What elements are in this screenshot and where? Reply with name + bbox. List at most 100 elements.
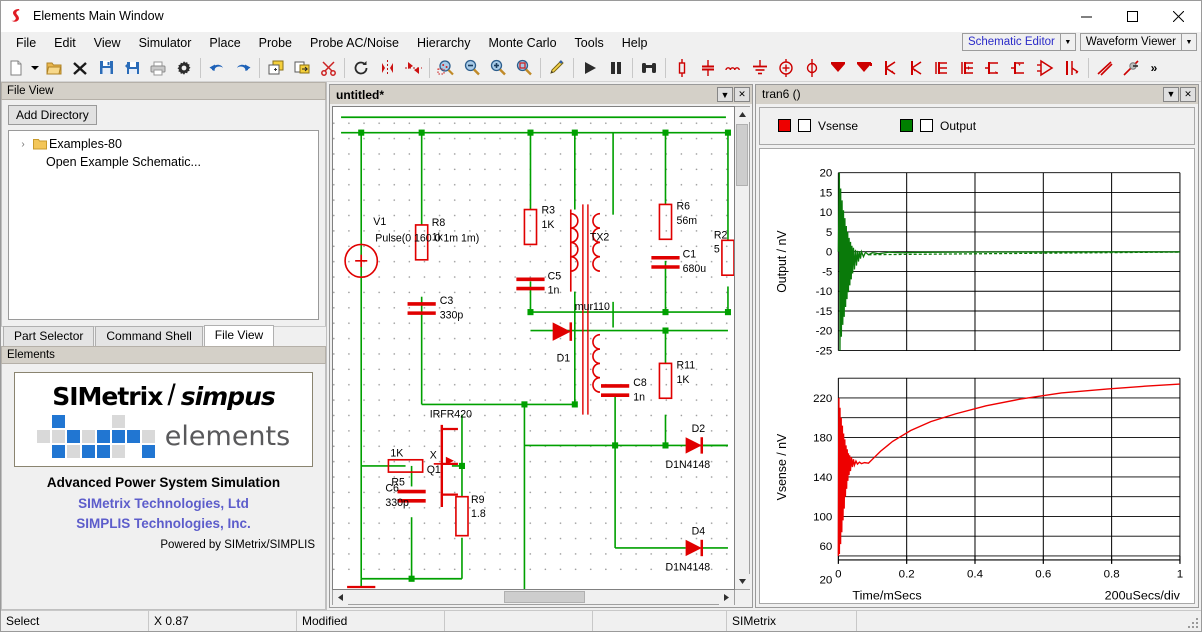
save-as-icon[interactable] [119, 55, 145, 81]
toolbar-separator [344, 58, 345, 78]
menu-monte-carlo[interactable]: Monte Carlo [479, 34, 565, 52]
toolbar-overflow-icon[interactable]: » [1144, 61, 1164, 75]
scroll-right-icon[interactable] [719, 590, 734, 605]
export-sheet-icon[interactable] [289, 55, 315, 81]
schematic-canvas-row: V1 Pulse(0 160 0 1m 1m) R8 1k C3 330p TX… [332, 106, 750, 590]
vsense-checkbox[interactable] [798, 119, 811, 132]
schematic-canvas[interactable]: V1 Pulse(0 160 0 1m 1m) R8 1k C3 330p TX… [332, 106, 735, 590]
legend-item-output[interactable]: Output [900, 119, 976, 133]
waveform-restore-button[interactable]: ▼ [1163, 87, 1179, 102]
close-button[interactable] [1155, 1, 1201, 32]
title-bar: Elements Main Window [1, 1, 1201, 32]
run-simulation-icon[interactable] [577, 55, 603, 81]
svg-text:180: 180 [813, 432, 832, 444]
tab-part-selector[interactable]: Part Selector [3, 326, 94, 346]
label-d4: D4 [692, 526, 706, 538]
company-simetrix-link[interactable]: SIMetrix Technologies, Ltd [10, 496, 317, 511]
new-file-dropdown-icon[interactable] [29, 55, 41, 81]
redo-icon[interactable] [230, 55, 256, 81]
resize-grip-icon[interactable] [1185, 611, 1201, 631]
new-file-icon[interactable] [3, 55, 29, 81]
menu-tools[interactable]: Tools [566, 34, 613, 52]
menu-place[interactable]: Place [200, 34, 249, 52]
zoom-out-icon[interactable] [459, 55, 485, 81]
annotate-pen-icon[interactable] [544, 55, 570, 81]
tab-command-shell[interactable]: Command Shell [95, 326, 202, 346]
vscroll-thumb[interactable] [736, 124, 748, 186]
output-checkbox[interactable] [920, 119, 933, 132]
menu-hierarchy[interactable]: Hierarchy [408, 34, 480, 52]
print-icon[interactable] [145, 55, 171, 81]
place-diode-icon[interactable] [825, 55, 851, 81]
waveform-close-button[interactable]: ✕ [1180, 87, 1196, 102]
tree-item-examples[interactable]: › Examples-80 [11, 135, 316, 153]
hscroll-thumb[interactable] [504, 591, 586, 603]
tab-file-view[interactable]: File View [204, 325, 274, 346]
waveform-title: tran6 () [762, 87, 1162, 101]
legend-item-vsense[interactable]: Vsense [778, 119, 858, 133]
place-pjfet-icon[interactable] [1007, 55, 1033, 81]
menu-probe-ac-noise[interactable]: Probe AC/Noise [301, 34, 408, 52]
zoom-area-icon[interactable] [433, 55, 459, 81]
minimize-button[interactable] [1063, 1, 1109, 32]
file-tree[interactable]: › Examples-80 Open Example Schematic... [8, 130, 319, 320]
schematic-editor-combo[interactable]: Schematic Editor ▼ [962, 33, 1076, 51]
settings-gear-icon[interactable] [171, 55, 197, 81]
place-opamp-icon[interactable] [1033, 55, 1059, 81]
add-directory-button[interactable]: Add Directory [8, 105, 97, 125]
tree-item-open-example[interactable]: Open Example Schematic... [11, 153, 316, 171]
company-simplis-link[interactable]: SIMPLIS Technologies, Inc. [10, 516, 317, 531]
undo-icon[interactable] [204, 55, 230, 81]
place-capacitor-icon[interactable] [695, 55, 721, 81]
delete-wire-icon[interactable] [1118, 55, 1144, 81]
waveform-graph-area[interactable]: 20 15 10 5 0 -5 -10 -15 -20 -25 [759, 148, 1195, 604]
chevron-down-icon[interactable]: ▼ [1060, 34, 1075, 50]
place-nmos-icon[interactable] [929, 55, 955, 81]
wire-icon[interactable] [1092, 55, 1118, 81]
zoom-in-icon[interactable] [485, 55, 511, 81]
save-icon[interactable] [93, 55, 119, 81]
place-pmos-icon[interactable] [955, 55, 981, 81]
vscroll-track[interactable] [735, 122, 749, 574]
schematic-vertical-scrollbar[interactable] [735, 106, 750, 590]
schematic-close-button[interactable]: ✕ [734, 87, 750, 102]
menu-edit[interactable]: Edit [45, 34, 85, 52]
rotate-icon[interactable] [348, 55, 374, 81]
add-sheet-icon[interactable] [263, 55, 289, 81]
place-zener-icon[interactable] [851, 55, 877, 81]
mirror-vertical-icon[interactable] [374, 55, 400, 81]
open-folder-icon[interactable] [41, 55, 67, 81]
place-switch-icon[interactable] [1059, 55, 1085, 81]
zoom-fit-icon[interactable] [511, 55, 537, 81]
maximize-button[interactable] [1109, 1, 1155, 32]
mirror-horizontal-icon[interactable] [400, 55, 426, 81]
schematic-restore-button[interactable]: ▼ [717, 87, 733, 102]
place-isource-icon[interactable] [799, 55, 825, 81]
place-pnp-icon[interactable] [903, 55, 929, 81]
chevron-right-icon[interactable]: › [15, 139, 31, 150]
menu-file[interactable]: File [7, 34, 45, 52]
chevron-down-icon[interactable]: ▼ [1181, 34, 1196, 50]
hscroll-track[interactable] [348, 590, 719, 604]
place-ground-icon[interactable] [747, 55, 773, 81]
menu-probe[interactable]: Probe [250, 34, 301, 52]
place-njfet-icon[interactable] [981, 55, 1007, 81]
menu-view[interactable]: View [85, 34, 130, 52]
schematic-horizontal-scrollbar[interactable] [332, 590, 735, 605]
scroll-down-icon[interactable] [735, 574, 750, 589]
scroll-up-icon[interactable] [735, 107, 750, 122]
waveform-viewer-combo[interactable]: Waveform Viewer ▼ [1080, 33, 1197, 51]
close-file-icon[interactable] [67, 55, 93, 81]
place-vsource-icon[interactable] [773, 55, 799, 81]
scroll-left-icon[interactable] [333, 590, 348, 605]
place-inductor-icon[interactable] [721, 55, 747, 81]
menu-simulator[interactable]: Simulator [130, 34, 201, 52]
place-resistor-icon[interactable] [669, 55, 695, 81]
find-binoculars-icon[interactable] [636, 55, 662, 81]
time-axis-label: Time/mSecs [852, 588, 921, 602]
menu-help[interactable]: Help [613, 34, 657, 52]
pause-simulation-icon[interactable] [603, 55, 629, 81]
chart-output: 20 15 10 5 0 -5 -10 -15 -20 -25 [775, 167, 1180, 357]
place-npn-icon[interactable] [877, 55, 903, 81]
cut-scissors-icon[interactable] [315, 55, 341, 81]
